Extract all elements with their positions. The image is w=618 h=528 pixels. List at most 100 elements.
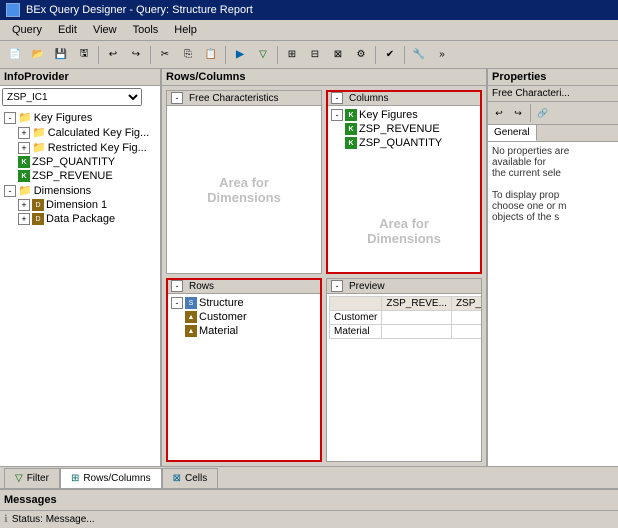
menu-help[interactable]: Help [166,22,205,38]
prev-expander[interactable]: - [331,280,343,292]
menu-tools[interactable]: Tools [125,22,167,38]
cut-button[interactable]: ✂ [154,44,176,66]
prop-btn1[interactable]: ↩ [490,104,508,122]
filter-button[interactable]: ▽ [252,44,274,66]
free-char-header: - Free Characteristics [167,91,321,106]
props-button[interactable]: ⚙ [350,44,372,66]
infoprovider-header: InfoProvider [0,69,160,86]
cells-tab-icon: ⊠ [173,473,181,484]
tab-general[interactable]: General [488,125,537,141]
prop-btn2[interactable]: ↪ [509,104,527,122]
toolbar: 📄 📂 💾 🖫 ↩ ↪ ✂ ⎘ 📋 ▶ ▽ ⊞ ⊟ ⊠ ⚙ ✔ 🔧 » [0,41,618,69]
status-icon: ℹ [4,514,8,525]
preview-col-quantity: ZSP_QUAN... [451,297,481,311]
preview-row-customer: Customer [330,311,482,325]
paste-button[interactable]: 📋 [200,44,222,66]
prop-btn3[interactable]: 🔗 [534,104,552,122]
free-char-body[interactable]: Area forDimensions [167,106,321,273]
calc-expander[interactable]: + [18,127,30,139]
restricted-label: Restricted Key Fig... [48,142,147,154]
save-button[interactable]: 💾 [50,44,72,66]
rc-tab-icon: ⊞ [71,473,79,484]
tree-zsp-quantity[interactable]: K ZSP_QUANTITY [2,155,158,169]
preview-customer-qty [451,311,481,325]
redo-button[interactable]: ↪ [125,44,147,66]
menu-query[interactable]: Query [4,22,50,38]
menu-bar: Query Edit View Tools Help [0,20,618,41]
menu-edit[interactable]: Edit [50,22,85,38]
preview-label: Preview [349,281,385,292]
col-revenue[interactable]: K ZSP_REVENUE [329,122,479,136]
tree-dimensions[interactable]: - 📁 Dimensions [2,183,158,198]
rc-body: - Free Characteristics Area forDimension… [162,86,486,466]
restricted-expander[interactable]: + [18,142,30,154]
tab-rows-columns[interactable]: ⊞ Rows/Columns [60,468,162,488]
dp-expander[interactable]: + [18,213,30,225]
columns-body[interactable]: - K Key Figures K ZSP_REVENUE K ZSP_QUAN… [327,106,481,273]
col-expander[interactable]: - [331,92,343,104]
prop-line3: the current sele [492,168,614,179]
col-kf-label: Key Figures [359,109,418,121]
revenue-label: ZSP_REVENUE [32,170,113,182]
row-struct-expander[interactable]: - [171,297,183,309]
quantity-label: ZSP_QUANTITY [32,156,115,168]
provider-select[interactable]: ZSP_IC1 [2,88,142,106]
sep6 [404,46,405,64]
row-structure[interactable]: - S Structure [169,296,319,310]
title-text: BEx Query Designer - Query: Structure Re… [26,4,253,16]
undo-button[interactable]: ↩ [102,44,124,66]
fc-expander[interactable]: - [171,92,183,104]
prop-line6: objects of the s [492,212,614,223]
row-expander[interactable]: - [171,280,183,292]
saveas-button[interactable]: 🖫 [73,44,95,66]
tree-zsp-revenue[interactable]: K ZSP_REVENUE [2,169,158,183]
filter-tab-label: Filter [27,473,49,484]
columns-header: - Columns [327,91,481,106]
kf-expander[interactable]: - [4,112,16,124]
col-kf-expander[interactable]: - [331,109,343,121]
preview-customer-rev [382,311,452,325]
new-button[interactable]: 📄 [4,44,26,66]
run-button[interactable]: ▶ [229,44,251,66]
row-customer[interactable]: ▲ Customer [169,310,319,324]
preview-header: - Preview [327,279,481,294]
col-quantity[interactable]: K ZSP_QUANTITY [329,136,479,150]
row-material[interactable]: ▲ Material [169,324,319,338]
cols-button[interactable]: ⊞ [281,44,303,66]
col-key-figures-node[interactable]: - K Key Figures [329,108,479,122]
dim-expander[interactable]: - [4,185,16,197]
open-button[interactable]: 📂 [27,44,49,66]
rows-body[interactable]: - S Structure ▲ Customer ▲ Material [167,294,321,461]
menu-view[interactable]: View [85,22,125,38]
messages-bar: Messages [0,488,618,510]
dim1-expander[interactable]: + [18,199,30,211]
dim-label: Dimensions [34,185,91,197]
sep1 [98,46,99,64]
more-button[interactable]: » [431,44,453,66]
copy-button[interactable]: ⎘ [177,44,199,66]
check-button[interactable]: ✔ [379,44,401,66]
kf-label: Key Figures [34,112,93,124]
dim1-icon: D [32,199,44,211]
tree-key-figures[interactable]: - 📁 Key Figures [2,110,158,125]
tree-calc-kf[interactable]: + 📁 Calculated Key Fig... [2,125,158,140]
revenue-kf-icon: K [18,170,30,182]
tab-filter[interactable]: ▽ Filter [4,468,60,488]
free-char-area-text: Area forDimensions [207,175,281,205]
rows-columns-panel: Rows/Columns - Free Characteristics Area… [162,69,488,466]
preview-row-material: Material [330,325,482,339]
tree-dim1[interactable]: + D Dimension 1 [2,198,158,212]
rc-tab-label: Rows/Columns [83,473,150,484]
tab-cells[interactable]: ⊠ Cells [162,468,219,488]
col-quantity-icon: K [345,137,357,149]
messages-label: Messages [4,494,57,506]
tree-restricted-kf[interactable]: + 📁 Restricted Key Fig... [2,140,158,155]
sep3 [225,46,226,64]
rows-button[interactable]: ⊟ [304,44,326,66]
customer-label: Customer [199,311,247,323]
tree-data-package[interactable]: + D Data Package [2,212,158,226]
cells-button[interactable]: ⊠ [327,44,349,66]
material-label: Material [199,325,238,337]
settings-button[interactable]: 🔧 [408,44,430,66]
restricted-folder-icon: 📁 [32,141,46,154]
